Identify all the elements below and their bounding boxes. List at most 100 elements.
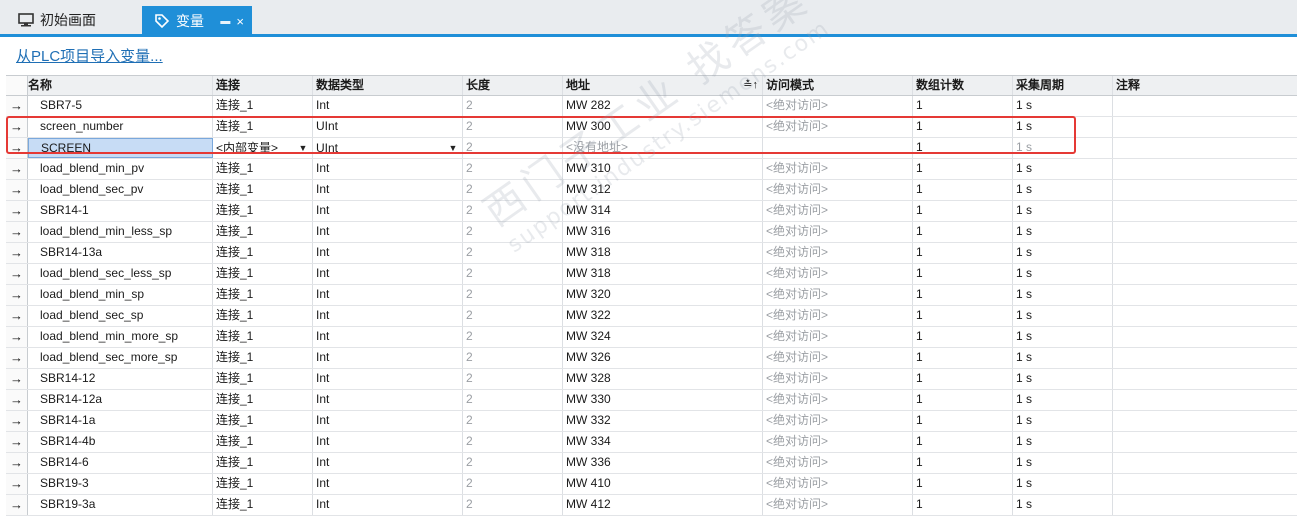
access-mode-cell[interactable]: <绝对访问> [763,495,913,515]
array-count-cell[interactable]: 1 [913,180,1013,200]
name-cell[interactable]: SBR14-1 [28,201,213,221]
table-row[interactable]: → load_blend_min_sp 连接_1 Int 2 MW 320 <绝对访问> 1 1… [6,285,1297,306]
address-cell[interactable]: MW 326 [563,348,763,368]
acquisition-cycle-cell[interactable]: 1 s [1013,411,1113,431]
address-cell[interactable]: MW 314 [563,201,763,221]
comment-cell[interactable] [1113,117,1297,137]
table-row[interactable]: → load_blend_sec_less_sp 连接_1 Int 2 MW 318 <绝对… [6,264,1297,285]
row-selector[interactable]: → [6,474,28,494]
name-cell[interactable]: SBR19-3 [28,474,213,494]
name-cell[interactable]: load_blend_sec_pv [28,180,213,200]
row-selector[interactable]: → [6,348,28,368]
table-row[interactable]: → load_blend_min_more_sp 连接_1 Int 2 MW 324 <绝对… [6,327,1297,348]
length-cell[interactable]: 2 [463,222,563,242]
connection-cell[interactable]: 连接_1 [213,96,313,116]
tab-tags[interactable]: 变量 ▬ × [142,6,252,34]
length-cell[interactable]: 2 [463,180,563,200]
access-mode-cell[interactable]: <绝对访问> [763,369,913,389]
name-cell[interactable]: SBR14-4b [28,432,213,452]
array-count-cell[interactable]: 1 [913,243,1013,263]
access-mode-cell[interactable]: <绝对访问> [763,453,913,473]
name-cell[interactable]: load_blend_min_pv [28,159,213,179]
array-count-cell[interactable]: 1 [913,264,1013,284]
name-cell[interactable]: SBR7-5 [28,96,213,116]
connection-cell[interactable]: 连接_1 [213,201,313,221]
row-selector[interactable]: → [6,432,28,452]
acquisition-cycle-cell[interactable]: 1 s [1013,474,1113,494]
table-row[interactable]: → SBR14-1a 连接_1 Int 2 MW 332 <绝对访问> 1 1 s [6,411,1297,432]
row-selector[interactable]: → [6,159,28,179]
connection-cell[interactable]: 连接_1 [213,264,313,284]
length-cell[interactable]: 2 [463,138,563,158]
length-cell[interactable]: 2 [463,306,563,326]
connection-cell[interactable]: 连接_1 [213,285,313,305]
row-selector[interactable]: → [6,285,28,305]
length-cell[interactable]: 2 [463,390,563,410]
dropdown-arrow-icon[interactable]: ▼ [446,140,460,156]
access-mode-cell[interactable]: <绝对访问> [763,264,913,284]
connection-cell[interactable]: 连接_1 [213,348,313,368]
column-header-datatype[interactable]: 数据类型 [313,76,463,95]
length-cell[interactable]: 2 [463,243,563,263]
datatype-cell[interactable]: Int [313,390,463,410]
table-row[interactable]: → load_blend_sec_more_sp 连接_1 Int 2 MW 326 <绝对… [6,348,1297,369]
connection-cell[interactable]: 连接_1 [213,474,313,494]
connection-cell[interactable]: 连接_1 [213,411,313,431]
row-selector[interactable]: → [6,264,28,284]
tab-initial-screen[interactable]: 初始画面 [10,6,138,34]
datatype-cell[interactable]: Int [313,201,463,221]
acquisition-cycle-cell[interactable]: 1 s [1013,285,1113,305]
table-row[interactable]: → SBR19-3 连接_1 Int 2 MW 410 <绝对访问> 1 1 s [6,474,1297,495]
datatype-cell[interactable]: Int [313,369,463,389]
array-count-cell[interactable]: 1 [913,390,1013,410]
column-header-acquisition-cycle[interactable]: 采集周期 [1013,76,1113,95]
access-mode-cell[interactable]: <绝对访问> [763,390,913,410]
connection-cell[interactable]: 连接_1 [213,222,313,242]
name-cell[interactable]: SCREEN [28,138,213,158]
access-mode-cell[interactable]: <绝对访问> [763,411,913,431]
comment-cell[interactable] [1113,474,1297,494]
address-cell[interactable]: MW 282 [563,96,763,116]
acquisition-cycle-cell[interactable]: 1 s [1013,390,1113,410]
address-cell[interactable]: MW 334 [563,432,763,452]
address-cell[interactable]: MW 332 [563,411,763,431]
length-cell[interactable]: 2 [463,369,563,389]
comment-cell[interactable] [1113,201,1297,221]
array-count-cell[interactable]: 1 [913,201,1013,221]
access-mode-cell[interactable]: <绝对访问> [763,327,913,347]
datatype-cell[interactable]: Int [313,180,463,200]
table-row[interactable]: → load_blend_min_pv 连接_1 Int 2 MW 310 <绝对访问> 1 1… [6,159,1297,180]
array-count-cell[interactable]: 1 [913,432,1013,452]
acquisition-cycle-cell[interactable]: 1 s [1013,117,1113,137]
address-cell[interactable]: MW 316 [563,222,763,242]
acquisition-cycle-cell[interactable]: 1 s [1013,180,1113,200]
connection-cell[interactable]: 连接_1 [213,180,313,200]
address-cell[interactable]: MW 410 [563,474,763,494]
address-cell[interactable]: MW 312 [563,180,763,200]
acquisition-cycle-cell[interactable]: 1 s [1013,243,1113,263]
close-icon[interactable]: × [236,14,244,29]
table-row[interactable]: → SBR14-1 连接_1 Int 2 MW 314 <绝对访问> 1 1 s [6,201,1297,222]
datatype-cell[interactable]: Int [313,348,463,368]
datatype-cell[interactable]: Int [313,411,463,431]
acquisition-cycle-cell[interactable]: 1 s [1013,369,1113,389]
import-from-plc-link[interactable]: 从PLC项目导入变量... [16,45,163,66]
comment-cell[interactable] [1113,306,1297,326]
row-selector[interactable]: → [6,180,28,200]
row-selector[interactable]: → [6,201,28,221]
access-mode-cell[interactable]: <绝对访问> [763,474,913,494]
name-cell[interactable]: screen_number [28,117,213,137]
column-header-name[interactable]: 名称 [28,76,213,95]
acquisition-cycle-cell[interactable]: 1 s [1013,306,1113,326]
datatype-cell[interactable]: UInt [313,117,463,137]
length-cell[interactable]: 2 [463,348,563,368]
column-header-connection[interactable]: 连接 [213,76,313,95]
array-count-cell[interactable]: 1 [913,348,1013,368]
connection-cell[interactable]: 连接_1 [213,390,313,410]
table-row[interactable]: → SBR14-6 连接_1 Int 2 MW 336 <绝对访问> 1 1 s [6,453,1297,474]
datatype-cell[interactable]: Int [313,96,463,116]
datatype-cell[interactable]: Int [313,159,463,179]
address-cell[interactable]: MW 318 [563,243,763,263]
comment-cell[interactable] [1113,432,1297,452]
address-cell[interactable]: MW 324 [563,327,763,347]
